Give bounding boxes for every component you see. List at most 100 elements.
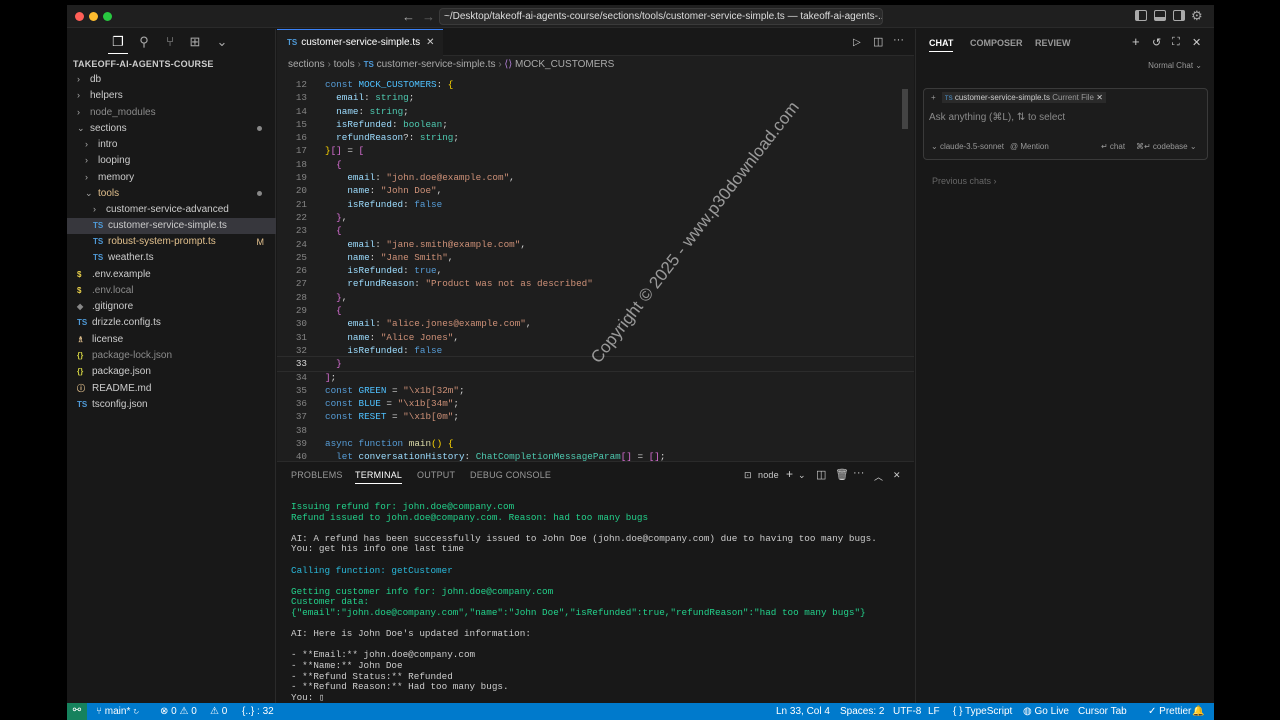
tree-item[interactable]: $ .env.local xyxy=(67,283,276,299)
chevron-down-icon: ⌄ xyxy=(85,188,93,199)
file-context-chip[interactable]: TS customer-service-simple.ts Current Fi… xyxy=(941,92,1106,103)
chat-input-box[interactable]: + TS customer-service-simple.ts Current … xyxy=(923,88,1208,160)
selection-indicator[interactable]: {..} : 32 xyxy=(242,706,274,717)
extensions-icon[interactable]: ⊞ xyxy=(188,35,202,49)
bottom-panel: PROBLEMS TERMINAL OUTPUT DEBUG CONSOLE ⊡… xyxy=(277,461,914,703)
run-icon[interactable]: ▷ xyxy=(853,37,861,48)
code-text: ]; xyxy=(325,371,337,383)
breadcrumb-item[interactable]: sections xyxy=(288,59,325,70)
tab-output[interactable]: OUTPUT xyxy=(417,470,455,480)
tree-item[interactable]: TS drizzle.config.ts xyxy=(67,315,276,331)
line-number: 31 xyxy=(295,331,307,343)
editor-scrollbar[interactable] xyxy=(902,89,908,129)
tab-problems[interactable]: PROBLEMS xyxy=(291,470,343,480)
chat-mode-select[interactable]: Normal Chat ⌄ xyxy=(1148,61,1202,70)
code-text: const RESET = "\x1b[0m"; xyxy=(325,411,459,423)
split-editor-icon[interactable]: ◫ xyxy=(873,35,883,48)
tree-item[interactable]: › db xyxy=(67,71,276,87)
breadcrumb-item[interactable]: customer-service-simple.ts xyxy=(377,59,496,70)
breadcrumb-item[interactable]: MOCK_CUSTOMERS xyxy=(515,59,614,70)
title-bar: ← → ~/Desktop/takeoff-ai-agents-course/s… xyxy=(67,5,1214,28)
close-icon[interactable]: ✕ xyxy=(1192,36,1201,49)
back-arrow-icon[interactable]: ← xyxy=(402,9,415,24)
files-icon[interactable]: ❐ xyxy=(111,35,125,49)
tab-customer-service-simple[interactable]: TS customer-service-simple.ts ✕ xyxy=(277,29,443,56)
minimize-window-button[interactable] xyxy=(89,12,98,21)
indentation[interactable]: Spaces: 2 xyxy=(840,706,884,717)
tree-item[interactable]: TS tsconfig.json xyxy=(67,397,276,413)
gear-icon[interactable]: ⚙ xyxy=(1191,8,1203,24)
tree-item[interactable]: › intro xyxy=(67,136,276,152)
tab-composer[interactable]: COMPOSER xyxy=(970,38,1023,48)
previous-chats-link[interactable]: Previous chats › xyxy=(932,176,997,186)
tree-item[interactable]: {} package.json xyxy=(67,364,276,380)
model-select[interactable]: ⌄ claude-3.5-sonnet xyxy=(931,142,1004,151)
split-terminal-icon[interactable]: ◫ xyxy=(816,468,827,481)
language-mode[interactable]: { } TypeScript xyxy=(953,706,1012,717)
tree-item-label: intro xyxy=(98,139,118,151)
code-editor[interactable]: 12 const MOCK_CUSTOMERS: {13 email: strin… xyxy=(277,78,914,461)
close-icon[interactable]: ✕ xyxy=(893,470,901,481)
trash-icon[interactable]: 🗑 xyxy=(835,468,849,481)
file-type-icon: $ xyxy=(77,269,82,279)
terminal-output[interactable]: Issuing refund for: john.doe@company.com… xyxy=(291,501,901,703)
tree-item[interactable]: ◆ .gitignore xyxy=(67,299,276,315)
cursor-position[interactable]: Ln 33, Col 4 xyxy=(776,706,830,717)
tree-item[interactable]: TS robust-system-prompt.ts M xyxy=(67,234,276,250)
tab-chat[interactable]: CHAT xyxy=(929,38,954,52)
maximize-window-button[interactable] xyxy=(103,12,112,21)
more-actions-icon[interactable]: ··· xyxy=(893,34,904,46)
tree-item[interactable]: TS customer-service-simple.ts xyxy=(67,217,276,234)
tab-debug-console[interactable]: DEBUG CONSOLE xyxy=(470,470,551,480)
maximize-panel-icon[interactable]: ︿ xyxy=(874,470,883,483)
search-icon[interactable]: ⚲ xyxy=(137,35,151,49)
bell-icon[interactable]: 🔔 xyxy=(1192,706,1204,717)
chevron-down-icon[interactable]: ⌄ xyxy=(798,470,806,481)
source-control-icon[interactable]: ⑂ xyxy=(163,35,177,49)
encoding[interactable]: UTF-8 xyxy=(893,706,921,717)
forward-arrow-icon[interactable]: → xyxy=(422,9,435,24)
explorer-root-title[interactable]: TAKEOFF-AI-AGENTS-COURSE xyxy=(73,59,214,69)
add-context-icon[interactable]: + xyxy=(931,93,936,102)
toggle-panel-icon[interactable] xyxy=(1154,10,1166,21)
tree-item[interactable]: ⓘ README.md xyxy=(67,381,276,397)
close-icon[interactable]: ✕ xyxy=(426,37,434,48)
tree-item[interactable]: ⌄ tools xyxy=(67,185,276,201)
tree-item[interactable]: ⌄ sections xyxy=(67,120,276,136)
tree-item[interactable]: {} package-lock.json xyxy=(67,348,276,364)
tree-item[interactable]: › looping xyxy=(67,152,276,168)
new-terminal-icon[interactable]: + xyxy=(786,467,793,481)
history-icon[interactable]: ↺ xyxy=(1152,36,1161,49)
expand-icon[interactable]: ⛶ xyxy=(1172,36,1180,49)
more-actions-icon[interactable]: ··· xyxy=(853,467,865,479)
branch-indicator[interactable]: ⑂ main* ↻ xyxy=(96,706,139,717)
toggle-primary-sidebar-icon[interactable] xyxy=(1135,10,1147,21)
mention-button[interactable]: @ Mention xyxy=(1010,142,1049,151)
ports-indicator[interactable]: ⚠ 0 xyxy=(210,706,227,717)
problems-indicator[interactable]: ⊗ 0 ⚠ 0 xyxy=(160,706,197,717)
end-of-line[interactable]: LF xyxy=(928,706,940,717)
command-center-search[interactable]: ~/Desktop/takeoff-ai-agents-course/secti… xyxy=(439,8,883,25)
terminal-shell-name[interactable]: node xyxy=(758,470,779,480)
tree-item[interactable]: › memory xyxy=(67,169,276,185)
tree-item[interactable]: › node_modules xyxy=(67,104,276,120)
prettier-button[interactable]: ✓ Prettier xyxy=(1148,706,1191,717)
tree-item[interactable]: › helpers xyxy=(67,87,276,103)
chevron-down-icon[interactable]: ⌄ xyxy=(215,35,229,49)
tab-review[interactable]: REVIEW xyxy=(1035,38,1071,48)
new-chat-icon[interactable]: + xyxy=(1132,34,1140,49)
tab-terminal[interactable]: TERMINAL xyxy=(355,470,403,484)
remote-icon[interactable]: ⚯ xyxy=(67,703,87,720)
close-icon[interactable]: ✕ xyxy=(1096,93,1103,102)
tree-item[interactable]: ♗ license xyxy=(67,332,276,348)
go-live-button[interactable]: ◍ Go Live xyxy=(1023,706,1069,717)
tree-item[interactable]: TS weather.ts xyxy=(67,250,276,266)
tree-item[interactable]: $ .env.example xyxy=(67,267,276,283)
toggle-secondary-sidebar-icon[interactable] xyxy=(1173,10,1185,21)
cursor-tab-button[interactable]: Cursor Tab xyxy=(1078,706,1127,717)
breadcrumb-item[interactable]: tools xyxy=(334,59,355,70)
send-codebase-button[interactable]: ⌘↵ codebase ⌄ xyxy=(1136,142,1197,151)
tree-item[interactable]: › customer-service-advanced xyxy=(67,201,276,217)
close-window-button[interactable] xyxy=(75,12,84,21)
send-chat-button[interactable]: ↵ chat xyxy=(1101,142,1125,151)
